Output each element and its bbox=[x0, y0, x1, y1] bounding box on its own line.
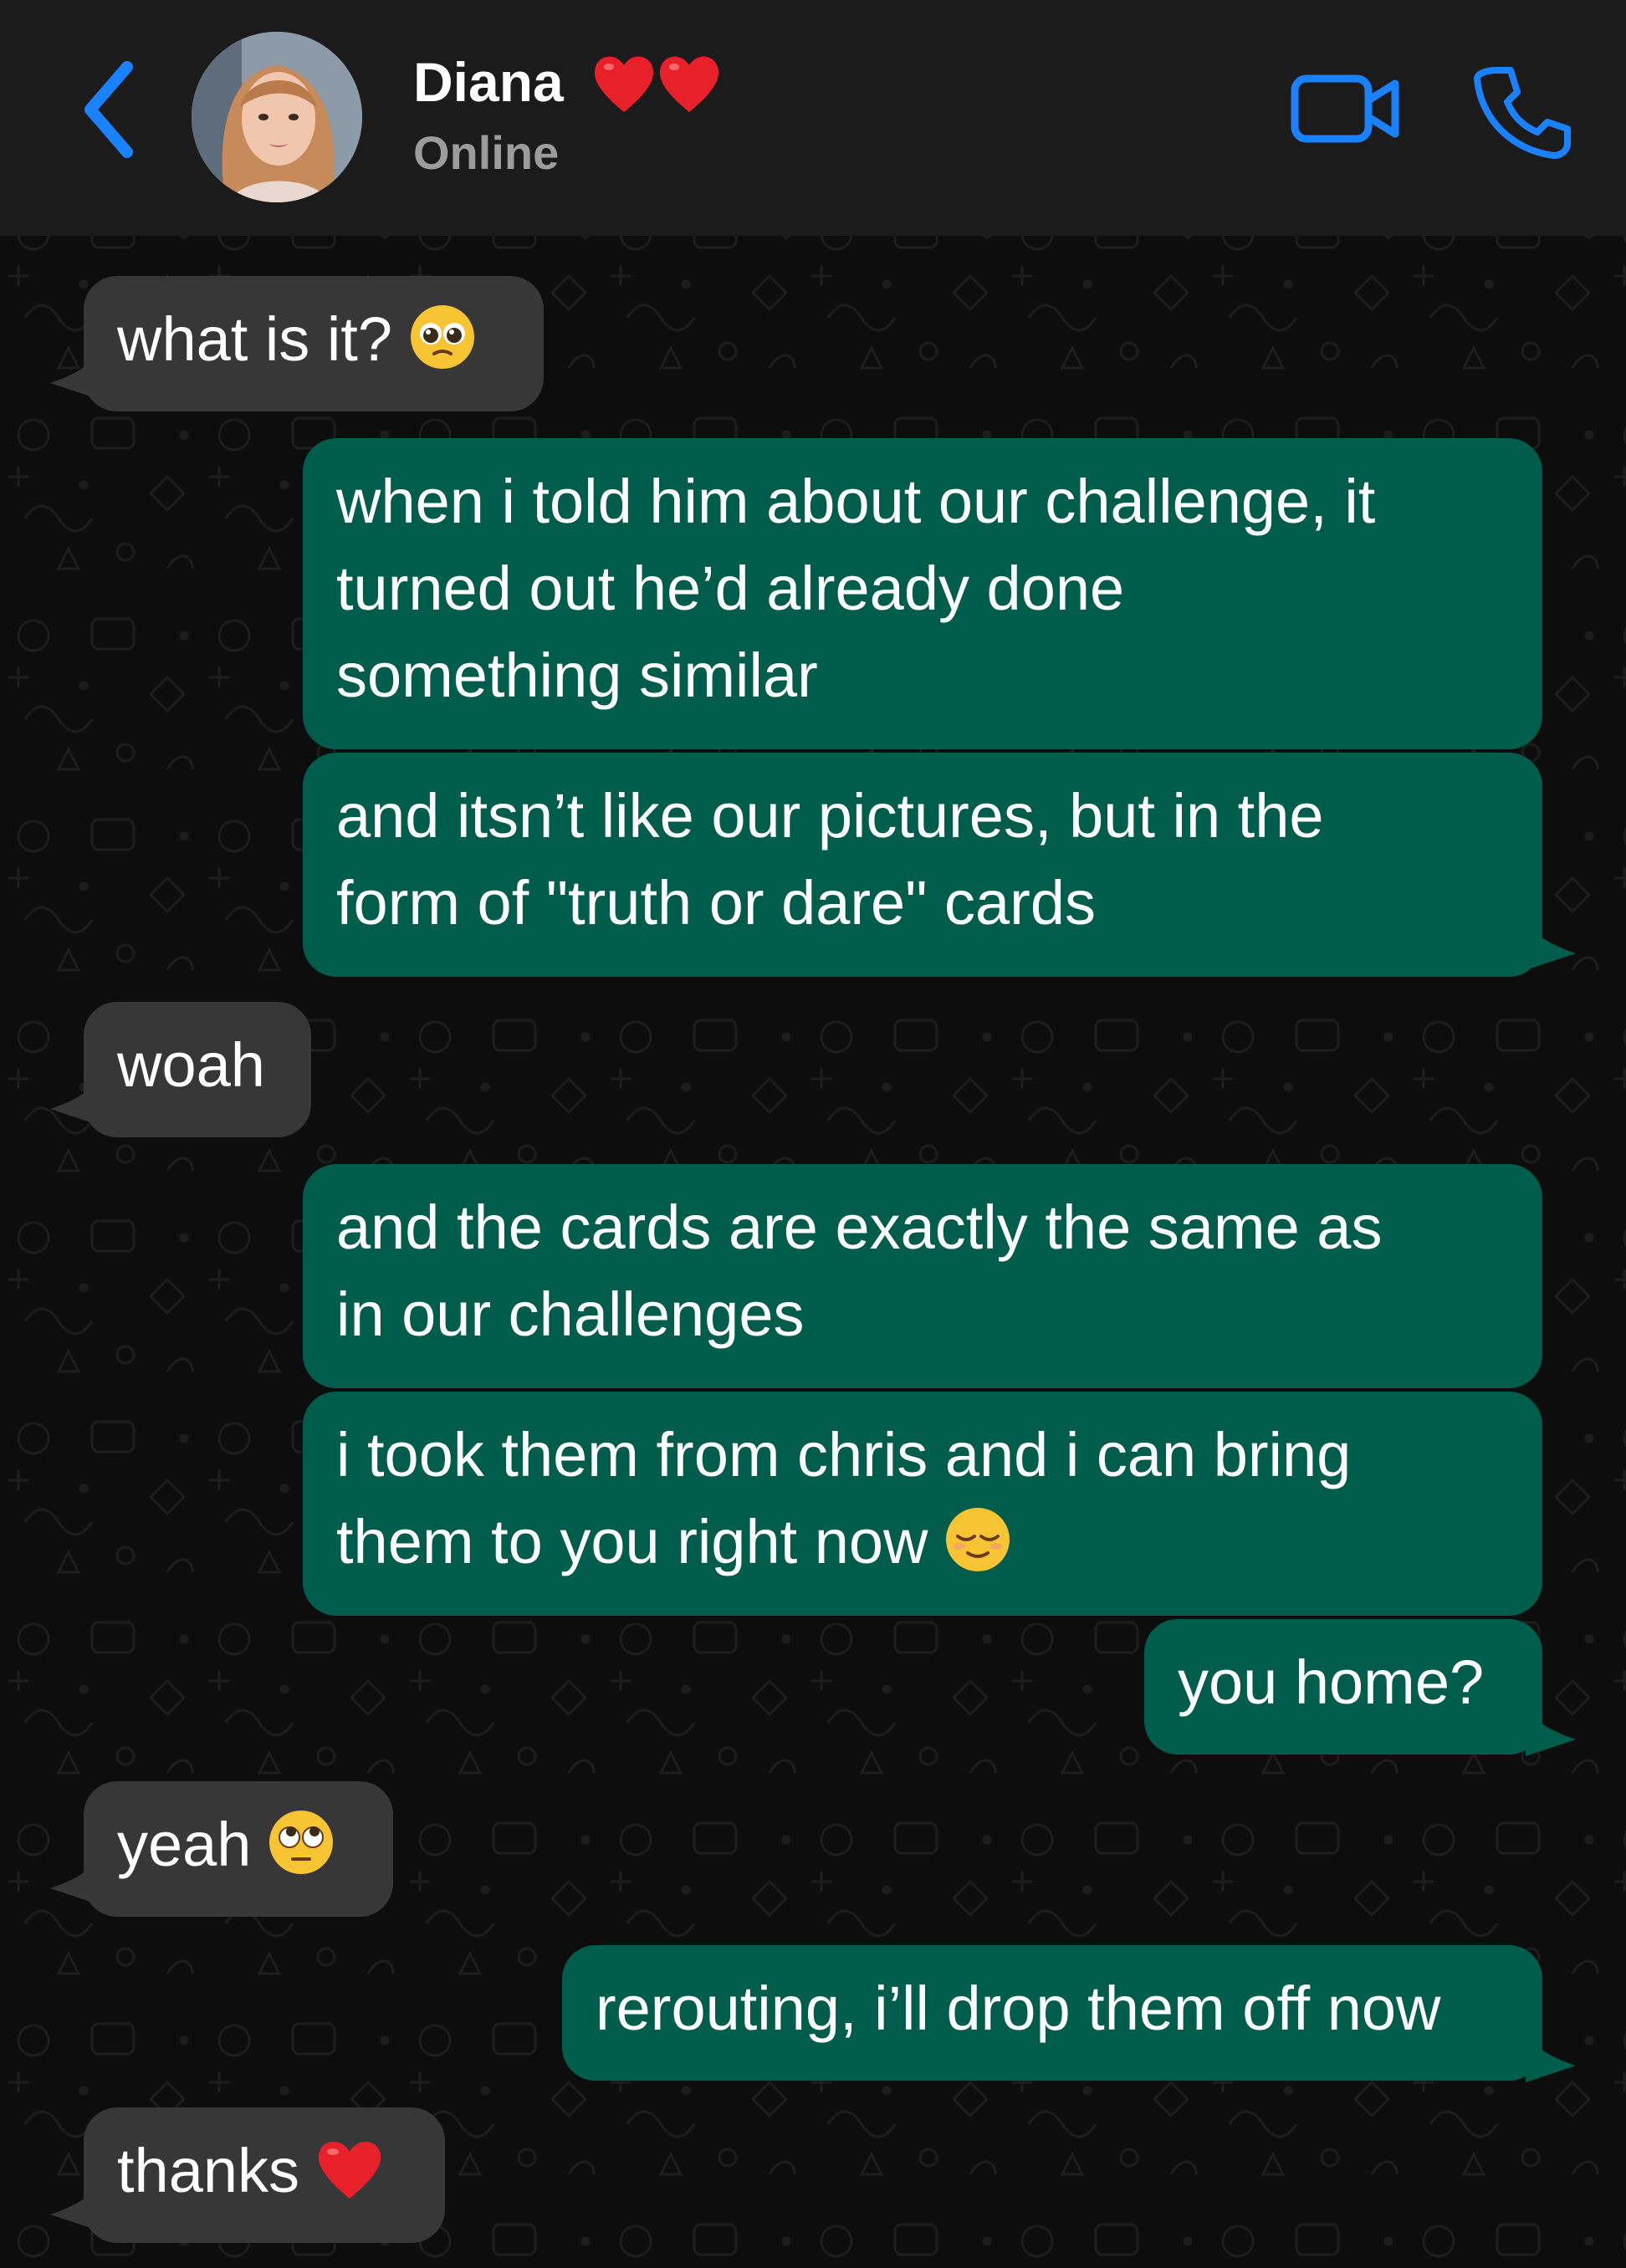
message-text: what is it? bbox=[117, 304, 393, 374]
back-button[interactable] bbox=[72, 55, 147, 164]
message-bubble-incoming[interactable]: woah bbox=[84, 1002, 311, 1137]
chat-screen: Diana Online what is it? when i told him… bbox=[0, 0, 1626, 2268]
message-text: rerouting, i’ll drop them off now bbox=[596, 1974, 1441, 2043]
contact-name[interactable]: Diana bbox=[413, 49, 564, 115]
message-text: when i told him about our challenge, it … bbox=[336, 467, 1376, 710]
chevron-left-icon bbox=[84, 61, 133, 158]
red-heart-icon bbox=[594, 56, 654, 112]
message-bubble-outgoing[interactable]: and itsn’t like our pictures, but in the… bbox=[303, 753, 1542, 977]
message-text: and itsn’t like our pictures, but in the… bbox=[336, 781, 1324, 937]
message-bubble-incoming[interactable]: thanks bbox=[84, 2107, 445, 2243]
pleading-face-emoji bbox=[411, 305, 475, 369]
message-bubble-incoming[interactable]: yeah bbox=[84, 1781, 393, 1917]
chat-header: Diana Online bbox=[0, 0, 1626, 236]
message-bubble-outgoing[interactable]: when i told him about our challenge, it … bbox=[303, 438, 1542, 749]
message-bubble-outgoing[interactable]: and the cards are exactly the same as in… bbox=[303, 1164, 1542, 1388]
message-bubble-incoming[interactable]: what is it? bbox=[84, 276, 544, 411]
video-camera-icon bbox=[1291, 74, 1399, 143]
contact-status: Online bbox=[413, 126, 560, 179]
message-text: i took them from chris and i can bring t… bbox=[336, 1420, 1352, 1576]
message-text: you home? bbox=[1178, 1647, 1485, 1717]
contact-avatar[interactable] bbox=[192, 32, 362, 202]
phone-icon bbox=[1474, 67, 1571, 159]
message-text: thanks bbox=[117, 2136, 300, 2205]
voice-call-button[interactable] bbox=[1470, 60, 1571, 161]
red-heart-icon bbox=[659, 56, 719, 112]
message-bubble-outgoing[interactable]: rerouting, i’ll drop them off now bbox=[562, 1945, 1542, 2081]
message-bubble-outgoing[interactable]: you home? bbox=[1144, 1619, 1542, 1755]
message-text: and the cards are exactly the same as in… bbox=[336, 1193, 1383, 1349]
avatar-portrait bbox=[192, 32, 362, 202]
name-hearts bbox=[594, 56, 719, 112]
message-bubble-outgoing[interactable]: i took them from chris and i can bring t… bbox=[303, 1392, 1542, 1616]
video-call-button[interactable] bbox=[1288, 67, 1405, 151]
red-heart-emoji bbox=[318, 2141, 381, 2199]
rolling-eyes-emoji bbox=[269, 1811, 334, 1874]
message-text: woah bbox=[117, 1030, 265, 1100]
relieved-face-emoji bbox=[946, 1508, 1010, 1571]
message-text: yeah bbox=[117, 1810, 252, 1879]
